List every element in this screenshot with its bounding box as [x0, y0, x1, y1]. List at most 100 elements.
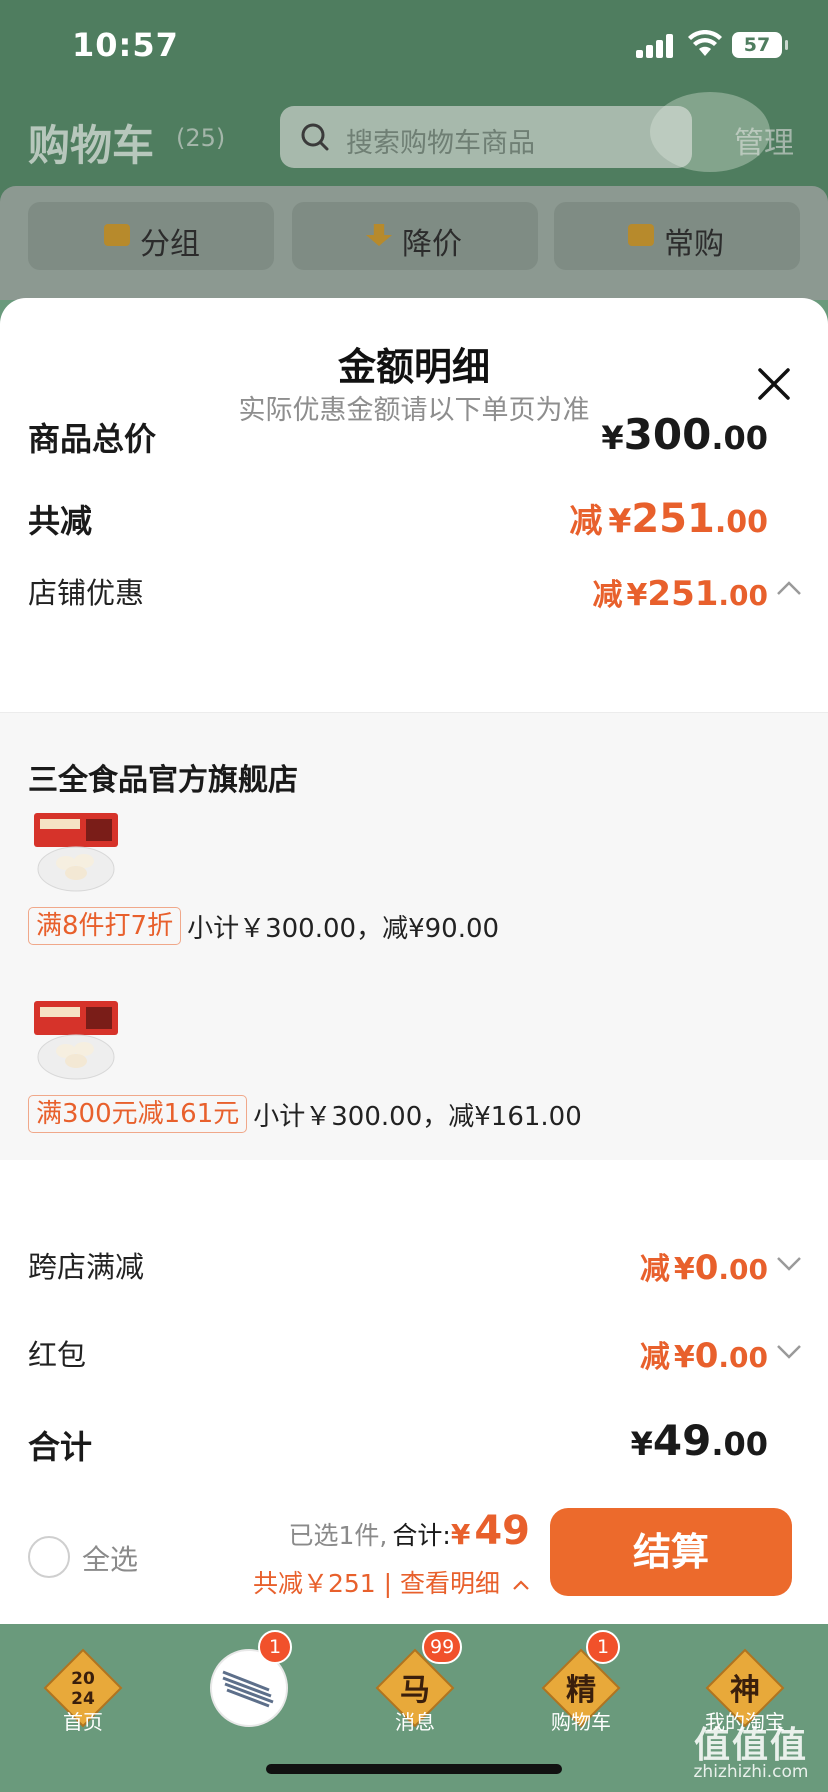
product-image: [34, 1001, 118, 1080]
notification-badge: 1: [586, 1630, 620, 1664]
product-image: [34, 813, 118, 892]
tab-price-drop-label: 降价: [402, 227, 462, 262]
svg-text:马: 马: [400, 1673, 430, 1708]
tab-price-drop[interactable]: 降价: [292, 202, 538, 270]
battery-icon: 57: [732, 32, 788, 58]
store-discount-label: 店铺优惠: [28, 576, 145, 610]
search-placeholder: 搜索购物车商品: [346, 128, 535, 159]
cross-store-value: 减 ¥0.00: [640, 1244, 768, 1288]
filter-tabs: 分组 降价 常购: [0, 186, 828, 300]
tab-group[interactable]: 分组: [28, 202, 274, 270]
store-discount-dec: .00: [718, 579, 768, 612]
promo-item: 满300元减161元 小计￥300.00，减¥161.00: [28, 1095, 582, 1135]
checkout-bar: 全选 已选1件, 合计:¥ 49 共减￥251 | 查看明细 结算: [0, 1494, 828, 1624]
total-price-dec: .00: [711, 419, 768, 457]
wifi-icon: [688, 30, 722, 56]
reduce-prefix: 减: [592, 578, 623, 613]
sum-dec: .00: [711, 1425, 768, 1463]
cross-store-int: 0: [694, 1248, 719, 1288]
status-time: 10:57: [72, 26, 179, 64]
currency-symbol: ¥: [608, 501, 632, 540]
red-packet-dec: .00: [718, 1341, 768, 1374]
sum-value: ¥49.00: [631, 1416, 768, 1465]
cart-title: 购物车: [28, 121, 155, 170]
watermark-url: zhizhizhi.com: [693, 1762, 809, 1782]
folder-icon: [104, 224, 130, 246]
store-discount-panel: 三全食品官方旗舰店 满8件打7折 小计￥300.00，减¥90.00 满300元减…: [0, 712, 828, 1160]
currency-symbol: ¥: [450, 1518, 471, 1551]
select-all-label[interactable]: 全选: [82, 1538, 138, 1578]
sheet-title: 金额明细: [337, 345, 490, 389]
tab-home[interactable]: 20 24 首页: [0, 1624, 166, 1764]
search-input[interactable]: 搜索购物车商品: [280, 106, 692, 168]
chevron-down-icon: [777, 1257, 801, 1271]
chevron-up-icon: [777, 581, 801, 595]
cart-icon: [628, 224, 654, 246]
checkout-button[interactable]: 结算: [550, 1508, 792, 1596]
svg-text:神: 神: [730, 1673, 760, 1708]
selected-count: 已选1件,: [288, 1521, 388, 1550]
watermark: 值值值 zhizhizhi.com: [676, 1716, 826, 1786]
tab-group-label: 分组: [140, 227, 200, 262]
tab-messages[interactable]: 马 消息 99: [332, 1624, 498, 1764]
total-price-label: 商品总价: [28, 420, 157, 458]
select-all-radio[interactable]: [28, 1536, 70, 1578]
arrow-down-icon: [366, 224, 392, 246]
currency-symbol: ¥: [626, 578, 648, 613]
sum-int: 49: [652, 1416, 712, 1465]
total-reduce-value: 减 ¥251.00: [569, 494, 768, 542]
currency-symbol: ¥: [673, 1252, 695, 1287]
home-indicator: [266, 1764, 562, 1774]
watermark-logo: 值值值: [693, 1725, 808, 1766]
tab-messages-label: 消息: [395, 1710, 435, 1734]
svg-text:20: 20: [71, 1669, 95, 1689]
tab-cart[interactable]: 精 购物车 1: [498, 1624, 664, 1764]
currency-symbol: ¥: [673, 1340, 695, 1375]
tab-frequent-label: 常购: [664, 227, 724, 262]
checkout-total-label: 合计:: [392, 1521, 451, 1550]
tab-home-label: 首页: [63, 1710, 103, 1734]
promo-subtotal: 小计￥300.00，减¥90.00: [187, 913, 500, 944]
amount-detail-sheet: 金额明细 实际优惠金额请以下单页为准 商品总价 ¥300.00 共减 减 ¥251…: [0, 298, 828, 1624]
red-packet-int: 0: [694, 1336, 719, 1376]
decoration-image: [650, 92, 770, 172]
search-icon: [301, 123, 329, 151]
checkout-total: ¥49: [451, 1508, 530, 1554]
total-price-int: 300: [623, 410, 712, 459]
chevron-up-icon: [513, 1580, 529, 1590]
close-icon[interactable]: [752, 362, 796, 406]
signal-icon: [636, 34, 676, 58]
total-reduce-int: 251: [631, 496, 715, 542]
store-discount-value: 减 ¥251.00: [593, 570, 768, 614]
view-details-text: 共减￥251 | 查看明细: [253, 1569, 501, 1598]
sum-label: 合计: [28, 1428, 93, 1466]
tab-featured[interactable]: 1: [166, 1624, 332, 1764]
tab-frequent[interactable]: 常购: [554, 202, 800, 270]
cart-count: (25): [176, 124, 226, 152]
tab-cart-label: 购物车: [551, 1710, 611, 1734]
total-price-value: ¥300.00: [601, 410, 768, 459]
currency-symbol: ¥: [630, 1425, 653, 1463]
currency-symbol: ¥: [601, 419, 624, 457]
promo-item: 满8件打7折 小计￥300.00，减¥90.00: [28, 907, 499, 947]
promo-tag: 满8件打7折: [28, 907, 182, 945]
view-details-link[interactable]: 共减￥251 | 查看明细: [253, 1564, 530, 1600]
svg-text:精: 精: [566, 1673, 596, 1708]
red-packet-label: 红包: [28, 1338, 87, 1372]
status-bar: 10:57 57: [0, 0, 828, 90]
chevron-down-icon: [777, 1345, 801, 1359]
notification-badge: 99: [422, 1630, 463, 1664]
total-reduce-label: 共减: [28, 502, 93, 540]
reduce-prefix: 减: [639, 1340, 670, 1375]
selection-summary: 已选1件, 合计:¥ 49: [288, 1508, 530, 1554]
store-name: 三全食品官方旗舰店: [28, 763, 298, 798]
notification-badge: 1: [258, 1630, 292, 1664]
reduce-prefix: 减: [569, 501, 603, 540]
promo-subtotal: 小计￥300.00，减¥161.00: [253, 1101, 582, 1132]
promo-tag: 满300元减161元: [28, 1095, 248, 1133]
store-discount-int: 251: [647, 574, 719, 614]
cross-store-label: 跨店满减: [28, 1250, 145, 1284]
total-reduce-dec: .00: [714, 505, 768, 540]
reduce-prefix: 减: [639, 1252, 670, 1287]
cross-store-dec: .00: [718, 1253, 768, 1286]
